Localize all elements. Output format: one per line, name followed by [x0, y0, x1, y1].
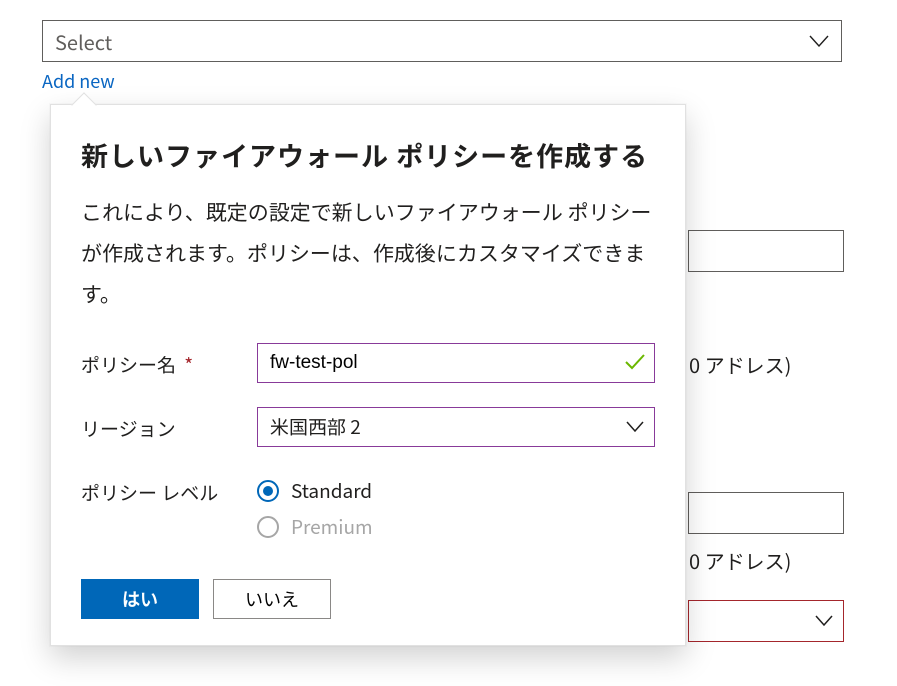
background-address-hint-1: 0 アドレス): [689, 350, 849, 379]
callout-button-row: はい いいえ: [81, 579, 655, 619]
chevron-down-icon: [815, 615, 833, 627]
callout-title: 新しいファイアウォール ポリシーを作成する: [81, 135, 655, 174]
chevron-down-icon: [626, 421, 644, 433]
create-firewall-policy-callout: 新しいファイアウォール ポリシーを作成する これにより、既定の設定で新しいファイ…: [50, 104, 686, 646]
yes-button[interactable]: はい: [81, 579, 199, 619]
callout-description: これにより、既定の設定で新しいファイアウォール ポリシーが作成されます。ポリシー…: [81, 192, 655, 315]
field-region: リージョン 米国西部 2: [81, 407, 655, 447]
required-asterisk: *: [184, 351, 193, 378]
policy-name-input[interactable]: [257, 343, 655, 383]
policy-name-label: ポリシー名 *: [81, 343, 257, 378]
radio-icon: [257, 516, 279, 538]
policy-tier-label: ポリシー レベル: [81, 471, 257, 506]
chevron-down-icon: [809, 35, 829, 47]
radio-label-premium: Premium: [291, 513, 373, 540]
no-button[interactable]: いいえ: [213, 579, 331, 619]
add-new-link[interactable]: Add new: [42, 68, 115, 94]
background-dropdown-1[interactable]: [688, 230, 844, 272]
field-policy-tier: ポリシー レベル Standard Premium: [81, 471, 655, 545]
region-select[interactable]: 米国西部 2: [257, 407, 655, 447]
background-dropdown-error[interactable]: [688, 600, 844, 642]
policy-tier-radio-standard[interactable]: Standard: [257, 473, 655, 509]
region-label: リージョン: [81, 407, 257, 442]
policy-name-label-text: ポリシー名: [81, 351, 176, 378]
select-placeholder: Select: [55, 27, 112, 56]
background-address-hint-2: 0 アドレス): [689, 546, 849, 575]
radio-label-standard: Standard: [291, 477, 372, 504]
policy-tier-radio-premium: Premium: [257, 509, 655, 545]
background-dropdown-2[interactable]: [688, 492, 844, 534]
checkmark-icon: [625, 351, 645, 375]
firewall-policy-select[interactable]: Select: [42, 20, 842, 62]
field-policy-name: ポリシー名 *: [81, 343, 655, 383]
region-select-value: 米国西部 2: [270, 413, 361, 440]
radio-icon: [257, 480, 279, 502]
